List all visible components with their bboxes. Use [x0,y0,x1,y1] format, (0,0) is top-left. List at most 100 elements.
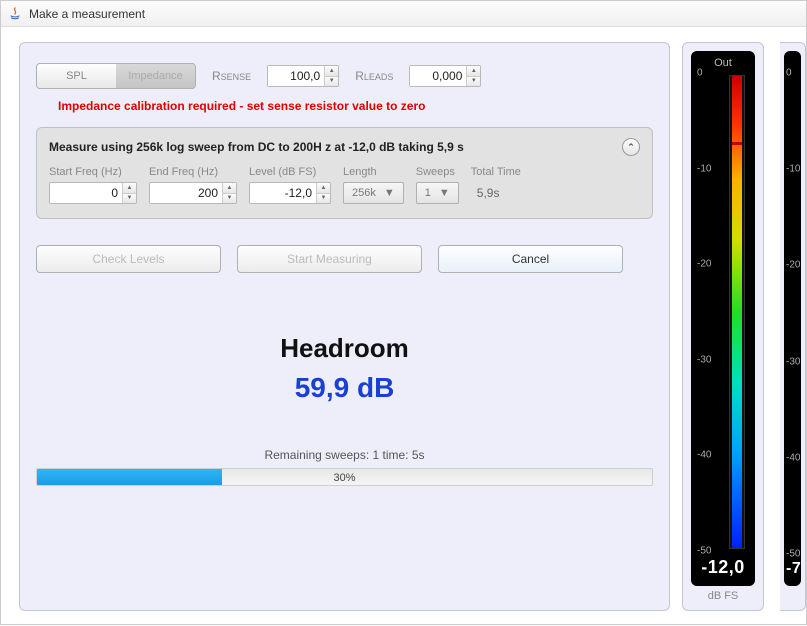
r-leads-label: RLEADS [355,69,393,83]
r-sense-prefix: R [212,69,221,83]
mode-segmented: SPL Impedance [36,63,196,89]
meter-out-panel: Out 0 -10 -20 -30 -40 -50 -12,0 dB FS [682,42,764,611]
window-title: Make a measurement [29,7,145,21]
end-freq-label: End Freq (Hz) [149,166,237,178]
progress-text: 30% [37,469,652,486]
meter-out-unit: dB FS [691,590,755,602]
meter-other-value: -7 [786,560,799,578]
meter-out-ticks: 0-10-20-30-40-50 [697,73,725,551]
level-input[interactable] [250,183,316,203]
meter-tick: -10 [697,163,711,174]
meter-other-ticks: 0-10-20-30-40-50 [786,73,799,554]
top-row: SPL Impedance RSENSE ▲ ▼ RLEADS [36,63,653,89]
level-label: Level (dB FS) [249,166,331,178]
r-sense-down[interactable]: ▼ [325,77,338,87]
meter-out-bar [729,75,745,549]
titlebar: Make a measurement [1,1,806,27]
end-freq-input[interactable] [150,183,222,203]
headroom-display: Headroom 59,9 dB [36,333,653,404]
r-leads-up[interactable]: ▲ [467,66,480,77]
meter-tick: -20 [697,259,711,270]
total-time-col: Total Time 5,9s [471,166,521,204]
java-icon [7,6,23,22]
r-sense-input[interactable] [268,66,324,86]
chevron-up-icon: ⌃ [627,142,635,153]
r-leads-sub: LEADS [364,72,394,82]
end-freq-field: ▲▼ [149,182,237,204]
meter-out-title: Out [697,57,749,69]
total-time-value: 5,9s [471,182,521,204]
meter-out-scale: 0-10-20-30-40-50 [697,73,749,551]
meter-tick: -50 [786,549,800,560]
meter-area: Out 0 -10 -20 -30 -40 -50 -12,0 dB FS [682,27,806,626]
start-freq-field: ▲▼ [49,182,137,204]
meter-tick: -30 [697,354,711,365]
start-freq-label: Start Freq (Hz) [49,166,137,178]
calibration-warning: Impedance calibration required - set sen… [58,99,653,113]
sweep-fields-row: Start Freq (Hz) ▲▼ End Freq (Hz) ▲▼ [49,166,640,204]
level-field: ▲▼ [249,182,331,204]
length-select[interactable]: 256k ▼ [343,182,404,204]
r-sense-label: RSENSE [212,69,251,83]
sweep-summary: Measure using 256k log sweep from DC to … [49,140,464,154]
length-value: 256k [348,187,380,199]
meter-other-unit [784,590,801,602]
sweeps-select[interactable]: 1 ▼ [416,182,459,204]
start-freq-input[interactable] [50,183,122,203]
cancel-button[interactable]: Cancel [438,245,623,273]
meter-out-gradient [732,76,742,548]
length-label: Length [343,166,404,178]
start-measuring-button[interactable]: Start Measuring [237,245,422,273]
sweep-header: Measure using 256k log sweep from DC to … [49,138,640,156]
sweep-settings-panel: Measure using 256k log sweep from DC to … [36,127,653,219]
r-sense-sub: SENSE [221,72,252,82]
meter-out-value: -12,0 [697,557,749,578]
end-freq-up[interactable]: ▲ [223,183,236,194]
r-leads-down[interactable]: ▼ [467,77,480,87]
r-sense-field: ▲ ▼ [267,65,339,87]
meter-other: 0 -10 -20 -30 -40 -50 -7 [784,51,801,586]
sweeps-col: Sweeps 1 ▼ [416,166,459,204]
meter-tick: -40 [786,452,800,463]
end-freq-col: End Freq (Hz) ▲▼ [149,166,237,204]
r-sense-spinner: ▲ ▼ [324,66,338,86]
mode-spl-button[interactable]: SPL [37,64,116,88]
meter-out: Out 0 -10 -20 -30 -40 -50 -12,0 [691,51,755,586]
meter-tick: -10 [786,164,800,175]
meter-tick: 0 [786,68,792,79]
dialog-window: Make a measurement SPL Impedance RSENSE … [0,0,807,625]
status-line: Remaining sweeps: 1 time: 5s [36,448,653,462]
headroom-title: Headroom [36,333,653,364]
main-panel: SPL Impedance RSENSE ▲ ▼ RLEADS [19,42,670,611]
r-leads-spinner: ▲ ▼ [466,66,480,86]
chevron-down-icon: ▼ [380,187,399,199]
sweeps-value: 1 [421,187,435,199]
meter-other-panel: 0 -10 -20 -30 -40 -50 -7 [780,42,806,611]
action-buttons-row: Check Levels Start Measuring Cancel [36,245,653,273]
start-freq-down[interactable]: ▼ [123,194,136,204]
chevron-down-icon: ▼ [435,187,454,199]
meter-tick: -30 [786,356,800,367]
level-col: Level (dB FS) ▲▼ [249,166,331,204]
collapse-button[interactable]: ⌃ [622,138,640,156]
meter-tick: -20 [786,260,800,271]
start-freq-up[interactable]: ▲ [123,183,136,194]
level-up[interactable]: ▲ [317,183,330,194]
start-freq-col: Start Freq (Hz) ▲▼ [49,166,137,204]
meter-tick: 0 [697,68,703,79]
meter-out-peak [732,142,742,145]
meter-other-scale: 0-10-20-30-40-50 [786,73,799,554]
headroom-value: 59,9 dB [36,372,653,404]
meter-tick: -50 [697,546,711,557]
meter-tick: -40 [697,450,711,461]
end-freq-down[interactable]: ▼ [223,194,236,204]
sweeps-label: Sweeps [416,166,459,178]
mode-impedance-button[interactable]: Impedance [116,64,195,88]
r-leads-input[interactable] [410,66,466,86]
content-area: SPL Impedance RSENSE ▲ ▼ RLEADS [1,27,806,626]
level-down[interactable]: ▼ [317,194,330,204]
progress-bar: 30% [36,468,653,486]
r-leads-prefix: R [355,69,364,83]
check-levels-button[interactable]: Check Levels [36,245,221,273]
r-sense-up[interactable]: ▲ [325,66,338,77]
